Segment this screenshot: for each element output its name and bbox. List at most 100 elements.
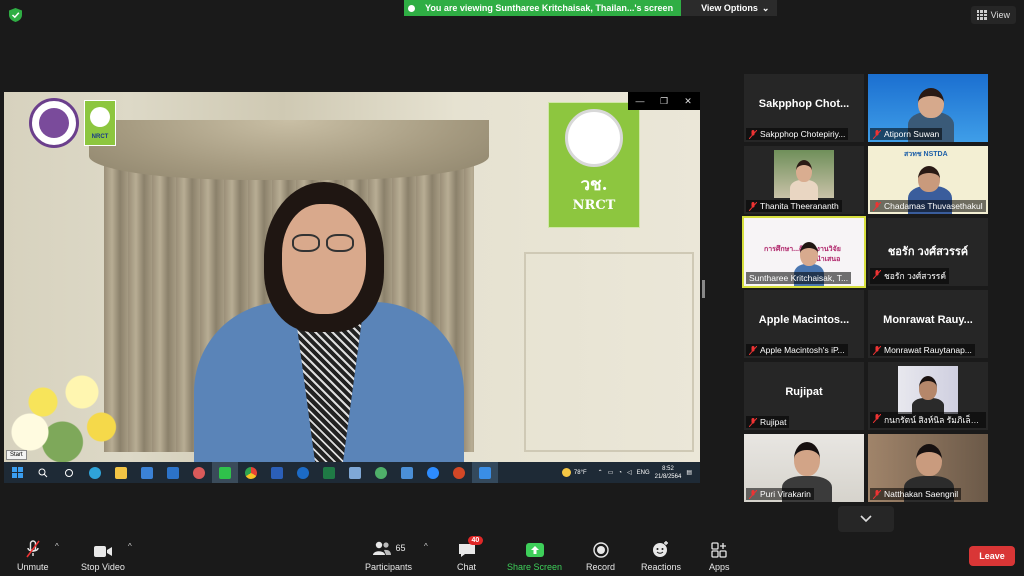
chrome-icon[interactable]	[238, 462, 264, 483]
encryption-shield-icon[interactable]	[9, 8, 22, 22]
view-label: View	[990, 10, 1010, 20]
windows-start-icon[interactable]	[4, 462, 30, 483]
globe-icon[interactable]	[368, 462, 394, 483]
store-icon[interactable]	[134, 462, 160, 483]
participant-tile[interactable]: กนกรัตน์ สิงห์นิล รัมภิเล็ม...	[868, 362, 988, 430]
remote-window-controls: — ❐ ✕	[628, 92, 700, 110]
participant-tile-active-speaker[interactable]: การศึกษา...ดิจิทัลงานวิจัย การนำเสนอ Sun…	[742, 216, 866, 288]
file-explorer-icon[interactable]	[108, 462, 134, 483]
status-dot-icon	[408, 4, 415, 12]
participant-name-tag: Monrawat Rauytanap...	[870, 344, 975, 356]
unmute-button[interactable]: Unmute	[17, 538, 49, 572]
participants-icon	[372, 541, 391, 555]
viewing-status: You are viewing Suntharee Kritchaisak, T…	[404, 0, 682, 16]
participant-tile[interactable]: สวทช NSTDA Chadamas Thuvasethakul	[868, 146, 988, 214]
mail-icon[interactable]	[160, 462, 186, 483]
share-screen-button[interactable]: Share Screen	[507, 538, 562, 572]
participant-tile[interactable]: Puri Virakarin	[744, 434, 864, 502]
notes-icon[interactable]	[342, 462, 368, 483]
muted-mic-icon	[749, 130, 757, 139]
participant-name-tag: Natthakan Saengnil	[870, 488, 962, 500]
view-options-button[interactable]: View Options ⌄	[681, 0, 778, 16]
chat-button[interactable]: 40 Chat	[457, 536, 484, 572]
nrct-small-logo: NRCT	[84, 100, 116, 146]
network-icon[interactable]: ◔	[618, 470, 622, 476]
grid-view-icon	[976, 10, 987, 20]
webex-icon[interactable]	[290, 462, 316, 483]
participant-tile[interactable]: Natthakan Saengnil	[868, 434, 988, 502]
paint-icon[interactable]	[186, 462, 212, 483]
restore-icon[interactable]: ❐	[652, 92, 676, 110]
view-layout-button[interactable]: View	[970, 6, 1016, 24]
clock[interactable]: 8:52 21/8/2564	[655, 465, 682, 481]
participant-name-tag: กนกรัตน์ สิงห์นิล รัมภิเล็ม...	[870, 412, 986, 428]
flower-arrangement-image	[4, 362, 134, 462]
participant-tile[interactable]: Monrawat Rauy... Monrawat Rauytanap...	[868, 290, 988, 358]
virtual-bg-logo: สวทช NSTDA	[904, 151, 948, 158]
ministry-logo-icon	[29, 98, 79, 148]
edge-browser-icon[interactable]	[82, 462, 108, 483]
participant-name-tag: Rujipat	[746, 416, 790, 428]
participant-display-name: Apple Macintos...	[758, 314, 850, 326]
muted-mic-icon	[873, 490, 881, 499]
muted-mic-icon	[873, 414, 881, 423]
video-options-caret-icon[interactable]: ^	[128, 542, 132, 551]
search-icon[interactable]	[30, 462, 56, 483]
participant-tile[interactable]: Atiporn Suwan	[868, 74, 988, 142]
curtain-valance-image	[89, 120, 489, 180]
temperature: 78°F	[573, 469, 587, 476]
participant-name-tag: Sakpphop Chotepiriy...	[746, 128, 849, 140]
close-icon[interactable]: ✕	[676, 92, 700, 110]
zoom-app-icon[interactable]	[420, 462, 446, 483]
chevron-down-icon	[860, 515, 872, 523]
participant-name-tag: ชอรัก วงศ์สวรรค์	[870, 268, 950, 284]
minimize-icon[interactable]: —	[628, 92, 652, 110]
volume-icon[interactable]: ◁	[627, 469, 632, 476]
leave-button[interactable]: Leave	[969, 546, 1015, 566]
record-button[interactable]: Record	[586, 538, 615, 572]
tray-chevron-icon[interactable]: ⌃	[598, 469, 603, 476]
shared-screen[interactable]: NRCT วช. NRCT — ❐ ✕ Start 78°F ⌃ ▭ ◔ ◁ E…	[4, 92, 700, 483]
task-view-icon[interactable]	[56, 462, 82, 483]
participant-tile[interactable]: Rujipat Rujipat	[744, 362, 864, 430]
media-player-icon[interactable]	[472, 462, 498, 483]
unmute-label: Unmute	[17, 562, 49, 572]
participant-tile[interactable]: Sakpphop Chot... Sakpphop Chotepiriy...	[744, 74, 864, 142]
gallery-next-page-button[interactable]	[838, 506, 894, 532]
excel-icon[interactable]	[316, 462, 342, 483]
muted-mic-icon	[873, 346, 881, 355]
small-logo-text: NRCT	[91, 133, 109, 140]
reactions-button[interactable]: Reactions	[641, 538, 681, 572]
word-icon[interactable]	[264, 462, 290, 483]
stop-video-button[interactable]: Stop Video	[81, 538, 125, 572]
muted-mic-icon	[873, 270, 881, 279]
participant-tile[interactable]: Apple Macintos... Apple Macintosh's iP..…	[744, 290, 864, 358]
sign-thai-text: วช.	[580, 175, 608, 195]
powerpoint-icon[interactable]	[446, 462, 472, 483]
weather-widget[interactable]: 78°F	[561, 468, 587, 477]
share-screen-icon	[525, 543, 544, 557]
apps-button[interactable]: Apps	[709, 538, 730, 572]
chat-unread-badge: 40	[467, 536, 484, 545]
language-indicator[interactable]: ENG	[637, 470, 650, 476]
participant-tile[interactable]: ชอรัก วงศ์สวรรค์ ชอรัก วงศ์สวรรค์	[868, 218, 988, 286]
apps-label: Apps	[709, 562, 730, 572]
record-icon	[592, 542, 609, 558]
sun-icon	[561, 468, 571, 477]
split-view-handle[interactable]	[702, 280, 705, 298]
viewing-banner: You are viewing Suntharee Kritchaisak, T…	[404, 0, 778, 16]
start-tooltip: Start	[6, 450, 27, 460]
system-tray: 78°F ⌃ ▭ ◔ ◁ ENG 8:52 21/8/2564 ▤	[561, 465, 700, 481]
participant-name-tag: Chadamas Thuvasethakul	[870, 200, 986, 212]
participants-button[interactable]: 65 Participants	[365, 538, 412, 572]
audio-options-caret-icon[interactable]: ^	[55, 542, 59, 551]
notification-icon[interactable]: ▤	[686, 469, 692, 476]
participants-caret-icon[interactable]: ^	[424, 542, 428, 551]
battery-icon[interactable]: ▭	[608, 469, 614, 476]
nrct-sign: วช. NRCT	[548, 102, 640, 228]
muted-mic-icon	[749, 490, 757, 499]
participant-tile[interactable]: Thanita Theerananth	[744, 146, 864, 214]
line-app-icon[interactable]	[212, 462, 238, 483]
viewing-message: You are viewing Suntharee Kritchaisak, T…	[425, 3, 674, 13]
photos-icon[interactable]	[394, 462, 420, 483]
